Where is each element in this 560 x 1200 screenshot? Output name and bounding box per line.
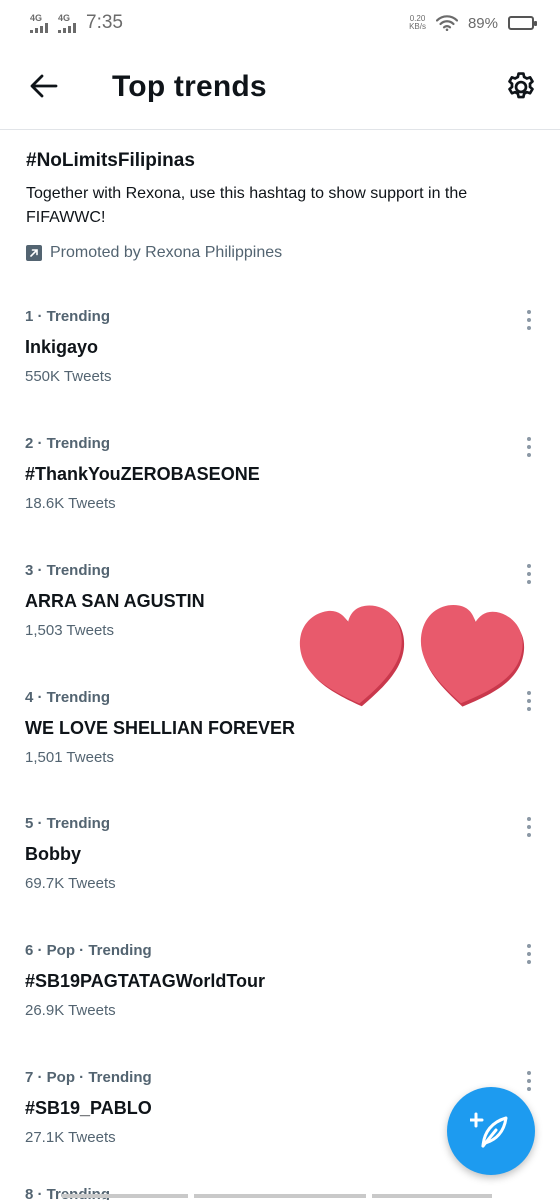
trend-name[interactable]: Bobby: [25, 844, 81, 865]
promo-hashtag[interactable]: #NoLimitsFilipinas: [26, 150, 526, 172]
more-vertical-icon[interactable]: [524, 435, 534, 459]
promoted-by[interactable]: Promoted by Rexona Philippines: [26, 244, 526, 262]
sim2-label: 4G: [58, 12, 71, 23]
signal-bars-icon: [30, 22, 48, 33]
nav-indicator: [372, 1194, 492, 1198]
sim2-signal: 4G: [58, 12, 76, 33]
more-vertical-icon[interactable]: [524, 942, 534, 966]
trend-item-1[interactable]: 1 · Trending Inkigayo 550K Tweets: [0, 308, 560, 418]
promoted-trend[interactable]: #NoLimitsFilipinas Together with Rexona,…: [26, 150, 526, 262]
battery-icon: [508, 16, 537, 30]
trend-name[interactable]: WE LOVE SHELLIAN FOREVER: [25, 718, 295, 739]
promoted-arrow-icon: [26, 245, 42, 261]
trend-count: 18.6K Tweets: [25, 495, 116, 512]
nav-indicator: [62, 1194, 188, 1198]
compose-tweet-button[interactable]: [447, 1087, 535, 1175]
trend-name[interactable]: Inkigayo: [25, 337, 98, 358]
trend-meta: 1 · Trending: [25, 308, 111, 325]
feather-plus-icon: [470, 1112, 508, 1148]
settings-button[interactable]: [502, 68, 540, 106]
page-title: Top trends: [112, 70, 267, 103]
trend-count: 1,501 Tweets: [25, 749, 114, 766]
gear-icon: [508, 72, 534, 99]
nav-indicator: [194, 1194, 366, 1198]
status-left: 4G 4G 7:35: [30, 12, 123, 34]
more-vertical-icon[interactable]: [524, 1069, 534, 1093]
trend-count: 69.7K Tweets: [25, 875, 116, 892]
trend-item-6[interactable]: 6 · Pop · Trending #SB19PAGTATAGWorldTou…: [0, 942, 560, 1052]
heart-icon: [420, 604, 525, 707]
promo-description: Together with Rexona, use this hashtag t…: [26, 185, 468, 226]
trend-count: 26.9K Tweets: [25, 1002, 116, 1019]
trend-name[interactable]: #SB19PAGTATAGWorldTour: [25, 971, 265, 992]
battery-percent: 89%: [467, 14, 498, 32]
promoted-by-label: Promoted by Rexona Philippines: [50, 244, 283, 261]
arrow-left-icon: [30, 74, 58, 98]
trend-count: 1,503 Tweets: [25, 622, 114, 639]
status-bar: 4G 4G 7:35 0.20 KB/s 89%: [0, 0, 560, 46]
trend-count: 27.1K Tweets: [25, 1129, 116, 1146]
trend-meta: 4 · Trending: [25, 689, 111, 706]
heart-icon: [299, 605, 405, 707]
bottom-nav-indicators: [62, 1194, 492, 1198]
trend-meta: 2 · Trending: [25, 435, 111, 452]
back-button[interactable]: [26, 68, 62, 104]
more-vertical-icon[interactable]: [524, 308, 534, 332]
sim1-signal: 4G: [30, 12, 48, 33]
trend-meta: 5 · Trending: [25, 815, 111, 832]
clock: 7:35: [86, 12, 123, 33]
trend-name[interactable]: #SB19_PABLO: [25, 1098, 152, 1119]
trend-meta: 7 · Pop · Trending: [25, 1069, 152, 1086]
signal-bars-icon: [58, 22, 76, 33]
trend-item-2[interactable]: 2 · Trending #ThankYouZEROBASEONE 18.6K …: [0, 435, 560, 545]
net-speed-unit: KB/s: [409, 22, 426, 31]
trend-name[interactable]: ARRA SAN AGUSTIN: [25, 591, 205, 612]
trend-count: 550K Tweets: [25, 368, 112, 385]
hearts-decoration: [299, 604, 525, 707]
trend-name[interactable]: #ThankYouZEROBASEONE: [25, 464, 260, 485]
more-vertical-icon[interactable]: [524, 815, 534, 839]
more-vertical-icon[interactable]: [524, 562, 534, 586]
status-right: 0.20 KB/s 89%: [409, 14, 537, 32]
wifi-icon: [435, 15, 458, 31]
app-header: Top trends: [0, 46, 560, 130]
sim1-label: 4G: [30, 12, 43, 23]
trend-meta: 6 · Pop · Trending: [25, 942, 152, 959]
net-speed: 0.20 KB/s: [409, 15, 426, 31]
trend-meta: 3 · Trending: [25, 562, 111, 579]
trend-item-5[interactable]: 5 · Trending Bobby 69.7K Tweets: [0, 815, 560, 925]
